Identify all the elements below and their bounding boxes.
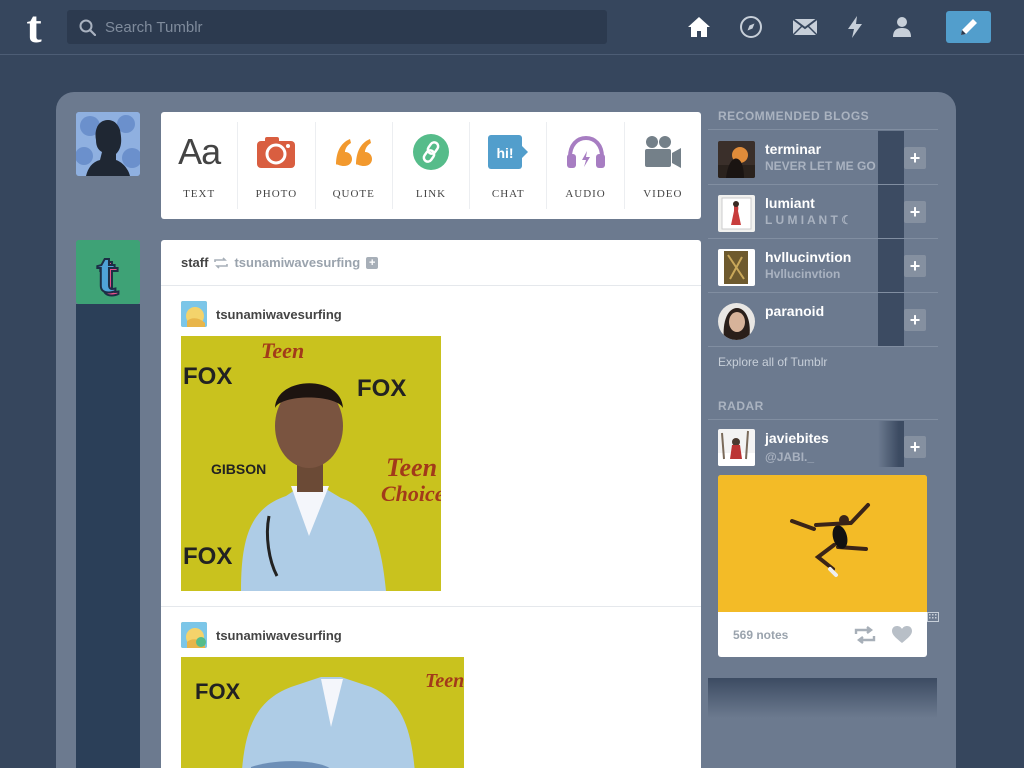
radar-post-footer: 569 notes bbox=[718, 612, 927, 657]
notes-count[interactable]: 569 notes bbox=[733, 628, 854, 642]
entry-avatar[interactable] bbox=[181, 622, 207, 648]
post-photo[interactable]: FOX Teen bbox=[181, 657, 464, 768]
svg-text:hi!: hi! bbox=[497, 145, 514, 161]
compose-button[interactable] bbox=[946, 11, 991, 43]
section-rule bbox=[708, 419, 938, 420]
reblog-entry: tsunamiwavesurfing FOX Teen bbox=[181, 622, 464, 768]
svg-text:FOX: FOX bbox=[183, 543, 232, 570]
svg-text:FOX: FOX bbox=[183, 363, 232, 390]
follow-plus-button[interactable]: + bbox=[904, 436, 926, 458]
radar-blog-item[interactable]: javiebites @JABI._ + bbox=[708, 421, 938, 471]
activity-lightning-icon[interactable] bbox=[842, 14, 868, 40]
blog-title: NEVER LET ME GO bbox=[765, 159, 876, 173]
svg-text:Choice: Choice bbox=[381, 481, 441, 506]
follow-plus-button[interactable]: + bbox=[904, 309, 926, 331]
blog-fade bbox=[878, 185, 904, 239]
recommended-blog-item[interactable]: terminar NEVER LET ME GO + bbox=[708, 131, 938, 185]
blog-fade bbox=[878, 293, 904, 347]
keyboard-icon[interactable] bbox=[927, 612, 939, 622]
staff-avatar-rail bbox=[76, 304, 140, 768]
post-photo[interactable]: FOX FOX FOX GIBSON Teen Teen Choice bbox=[181, 336, 441, 591]
blog-fade bbox=[878, 131, 904, 185]
blog-avatar[interactable] bbox=[718, 141, 755, 178]
text-icon: Aa bbox=[178, 131, 221, 172]
link-icon bbox=[412, 130, 449, 174]
home-icon[interactable] bbox=[686, 14, 712, 40]
post-header: staff tsunamiwavesurfing + bbox=[161, 240, 701, 286]
blog-avatar[interactable] bbox=[718, 249, 755, 286]
blog-name[interactable]: javiebites bbox=[765, 430, 829, 446]
entry-avatar[interactable] bbox=[181, 301, 207, 327]
post-type-photo[interactable]: PHOTO bbox=[238, 122, 316, 209]
section-rule bbox=[708, 129, 938, 130]
search-input[interactable] bbox=[105, 10, 595, 44]
follow-plus-button[interactable]: + bbox=[904, 201, 926, 223]
post-type-chat[interactable]: hi! CHAT bbox=[470, 122, 548, 209]
blog-name[interactable]: lumiant bbox=[765, 195, 815, 211]
headphones-icon bbox=[566, 130, 606, 174]
svg-text:t: t bbox=[96, 240, 116, 304]
blog-title: @JABI._ bbox=[765, 450, 815, 464]
explore-link[interactable]: Explore all of Tumblr bbox=[718, 355, 827, 369]
blog-avatar[interactable] bbox=[718, 195, 755, 232]
reblog-icon[interactable] bbox=[854, 625, 876, 644]
blog-avatar[interactable] bbox=[718, 429, 755, 466]
blog-name[interactable]: terminar bbox=[765, 141, 821, 157]
reblogger-name[interactable]: staff bbox=[181, 255, 208, 270]
svg-text:Teen: Teen bbox=[425, 670, 464, 692]
radar-title: RADAR bbox=[718, 399, 764, 413]
blog-name[interactable]: hvllucinvtion bbox=[765, 249, 851, 265]
recommended-blog-item[interactable]: paranoid + bbox=[708, 293, 938, 347]
svg-text:FOX: FOX bbox=[357, 375, 406, 402]
radar-post-card: 569 notes bbox=[718, 475, 927, 657]
reblog-entry: tsunamiwavesurfing FOX FOX FOX GIBSON Te… bbox=[181, 301, 441, 591]
entry-divider bbox=[161, 606, 701, 607]
blog-fade bbox=[878, 421, 904, 467]
post-type-quote[interactable]: QUOTE bbox=[316, 122, 393, 209]
search-box[interactable] bbox=[67, 10, 607, 44]
search-icon bbox=[79, 19, 96, 36]
explore-compass-icon[interactable] bbox=[738, 14, 764, 40]
camera-icon bbox=[257, 130, 296, 174]
section-rule bbox=[708, 346, 938, 347]
post-type-bar: Aa TEXT PHOTO QUOTE LINK hi! CHAT AUDIO bbox=[161, 112, 701, 219]
my-avatar[interactable] bbox=[76, 112, 140, 176]
svg-text:GIBSON: GIBSON bbox=[211, 461, 266, 477]
post-type-audio[interactable]: AUDIO bbox=[547, 122, 625, 209]
messages-envelope-icon[interactable] bbox=[792, 14, 818, 40]
entry-username[interactable]: tsunamiwavesurfing bbox=[216, 307, 342, 322]
svg-text:Teen: Teen bbox=[261, 338, 304, 363]
blog-title: L U M I A N T ☾ bbox=[765, 213, 852, 227]
recommended-blog-item[interactable]: hvllucinvtion Hvllucinvtion + bbox=[708, 239, 938, 293]
post-card: staff tsunamiwavesurfing + tsunamiwavesu… bbox=[161, 240, 701, 768]
entry-username[interactable]: tsunamiwavesurfing bbox=[216, 628, 342, 643]
top-bar: t bbox=[0, 0, 1024, 55]
radar-photo[interactable] bbox=[718, 475, 927, 612]
video-camera-icon bbox=[644, 130, 682, 174]
blog-title: Hvllucinvtion bbox=[765, 267, 841, 281]
post-type-video[interactable]: VIDEO bbox=[625, 122, 701, 209]
follow-plus-button[interactable]: + bbox=[904, 255, 926, 277]
recommended-blogs-title: RECOMMENDED BLOGS bbox=[718, 109, 870, 123]
sidebar-bottom-fade bbox=[708, 678, 937, 718]
recommended-blog-item[interactable]: lumiant L U M I A N T ☾ + bbox=[708, 185, 938, 239]
pencil-icon bbox=[960, 19, 977, 35]
blog-name[interactable]: paranoid bbox=[765, 303, 824, 319]
reblog-icon bbox=[214, 256, 229, 269]
quote-icon bbox=[334, 130, 374, 174]
follow-source-plus-icon[interactable]: + bbox=[366, 256, 379, 269]
blog-fade bbox=[878, 239, 904, 293]
post-type-text[interactable]: Aa TEXT bbox=[161, 122, 239, 209]
blog-avatar[interactable] bbox=[718, 303, 755, 340]
staff-avatar[interactable]: t t bbox=[76, 240, 140, 304]
svg-text:Teen: Teen bbox=[386, 453, 437, 482]
account-person-icon[interactable] bbox=[889, 14, 915, 40]
svg-text:FOX: FOX bbox=[195, 679, 241, 704]
like-heart-icon[interactable] bbox=[892, 625, 912, 644]
follow-plus-button[interactable]: + bbox=[904, 147, 926, 169]
tumblr-logo[interactable]: t bbox=[17, 4, 51, 50]
post-type-link[interactable]: LINK bbox=[393, 122, 471, 209]
chat-icon: hi! bbox=[488, 130, 529, 174]
source-blog-name[interactable]: tsunamiwavesurfing bbox=[234, 255, 360, 270]
